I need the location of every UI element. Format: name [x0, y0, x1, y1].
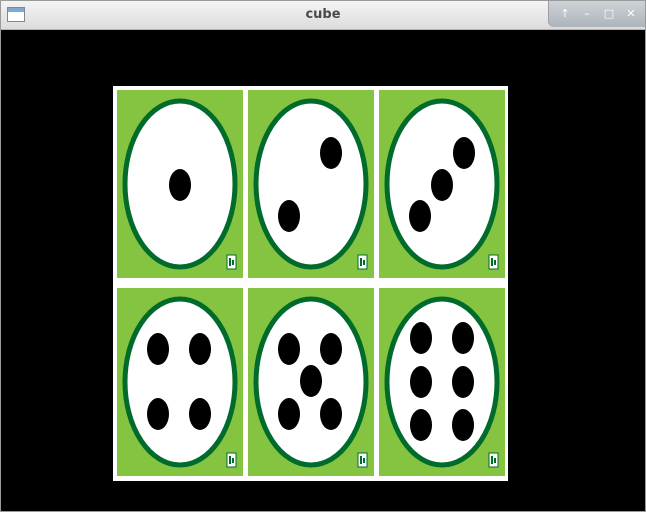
- die-pip: [410, 366, 432, 398]
- die-pip: [147, 398, 169, 430]
- die-face-ring: [122, 296, 238, 468]
- die-pip: [189, 333, 211, 365]
- die-pip: [147, 333, 169, 365]
- die-face-3: [379, 90, 505, 278]
- die-face-graphic: [248, 90, 374, 278]
- die-face-4: [117, 288, 243, 476]
- dice-board: [113, 86, 508, 481]
- die-pip: [453, 137, 475, 169]
- corner-logo-icon: [488, 254, 499, 270]
- die-pip: [409, 200, 431, 232]
- corner-logo-icon: [226, 452, 237, 468]
- title-bar[interactable]: cube ↑ – □ ✕: [1, 1, 645, 30]
- minimize-icon[interactable]: –: [577, 5, 597, 23]
- die-pip: [320, 137, 342, 169]
- die-pip: [278, 398, 300, 430]
- die-face-1: [117, 90, 243, 278]
- corner-logo-icon: [357, 452, 368, 468]
- die-pip: [410, 322, 432, 354]
- die-face-graphic: [248, 288, 374, 476]
- die-pip: [189, 398, 211, 430]
- die-pip: [452, 409, 474, 441]
- die-pip: [278, 333, 300, 365]
- die-pip: [169, 169, 191, 201]
- die-face-ring: [384, 296, 500, 468]
- die-pip: [452, 366, 474, 398]
- corner-logo-icon: [226, 254, 237, 270]
- die-face-5: [248, 288, 374, 476]
- corner-logo-icon: [488, 452, 499, 468]
- die-pip: [320, 333, 342, 365]
- die-face-graphic: [379, 288, 505, 476]
- die-face-2: [248, 90, 374, 278]
- die-pip: [278, 200, 300, 232]
- die-face-graphic: [117, 90, 243, 278]
- die-pip: [300, 365, 322, 397]
- arrow-up-icon[interactable]: ↑: [555, 5, 575, 23]
- window-controls: ↑ – □ ✕: [548, 1, 645, 27]
- die-pip: [431, 169, 453, 201]
- maximize-icon[interactable]: □: [599, 5, 619, 23]
- die-pip: [452, 322, 474, 354]
- die-pip: [320, 398, 342, 430]
- die-face-graphic: [117, 288, 243, 476]
- close-icon[interactable]: ✕: [621, 5, 641, 23]
- render-viewport[interactable]: [4, 30, 642, 508]
- app-window: cube ↑ – □ ✕: [0, 0, 646, 512]
- die-face-ring: [253, 98, 369, 270]
- die-pip: [410, 409, 432, 441]
- die-face-graphic: [379, 90, 505, 278]
- corner-logo-icon: [357, 254, 368, 270]
- die-face-6: [379, 288, 505, 476]
